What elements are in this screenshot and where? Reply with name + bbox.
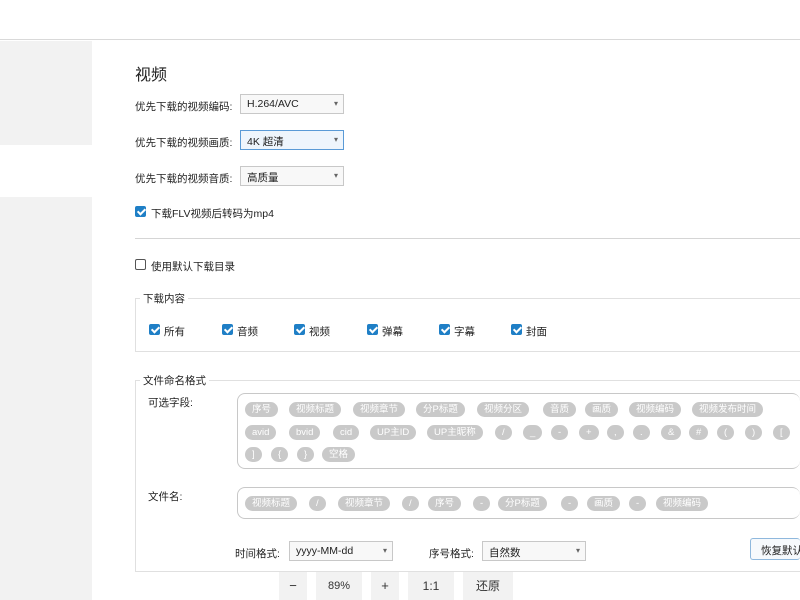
audio-quality-select[interactable]: 高质量 ▾ (240, 166, 344, 186)
content-audio-checkbox[interactable] (222, 324, 233, 335)
field-tag[interactable]: bvid (289, 425, 321, 440)
filename-token[interactable]: 分P标题 (498, 496, 547, 511)
field-tag[interactable]: 视频标题 (289, 402, 342, 417)
filename-token[interactable]: - (561, 496, 579, 511)
content-subtitle-checkbox[interactable] (439, 324, 450, 335)
filename-token[interactable]: / (309, 496, 326, 511)
chevron-down-icon: ▾ (333, 99, 338, 108)
field-tag[interactable]: UP主ID (370, 425, 417, 440)
content-all-label: 所有 (164, 326, 185, 338)
field-tag[interactable]: 视频分区 (477, 402, 530, 417)
default-dir-checkbox[interactable] (135, 259, 146, 270)
field-tag[interactable]: # (689, 425, 709, 440)
reset-zoom-button[interactable]: 还原 (463, 572, 513, 600)
field-tag[interactable]: + (579, 425, 599, 440)
filename-token[interactable]: 视频章节 (338, 496, 391, 511)
content-audio-label: 音频 (237, 326, 258, 338)
field-tag[interactable]: 画质 (585, 402, 619, 417)
chevron-down-icon: ▾ (382, 546, 387, 555)
audio-quality-label: 优先下载的视频音质: (135, 173, 233, 185)
filename-token[interactable]: 画质 (587, 496, 621, 511)
content-cover-label: 封面 (526, 326, 547, 338)
time-format-label: 时间格式: (235, 548, 280, 560)
field-tag[interactable]: _ (523, 425, 543, 440)
filename-token[interactable]: - (629, 496, 647, 511)
sidebar (0, 41, 92, 600)
field-tag[interactable]: ] (245, 447, 262, 462)
zoom-out-button[interactable]: − (279, 572, 307, 600)
default-dir-label: 使用默认下载目录 (151, 261, 235, 273)
top-bar (0, 0, 800, 40)
field-tag[interactable]: 分P标题 (416, 402, 465, 417)
actual-size-button[interactable]: 1:1 (408, 572, 454, 600)
index-format-label: 序号格式: (429, 548, 474, 560)
chevron-down-icon: ▾ (333, 171, 338, 180)
filename-token[interactable]: 序号 (428, 496, 462, 511)
zoom-level: 89% (316, 572, 362, 600)
flv-to-mp4-label: 下载FLV视频后转码为mp4 (151, 208, 274, 220)
video-quality-value: 4K 超清 (247, 136, 284, 148)
field-tag[interactable]: ( (717, 425, 735, 440)
content-video-label: 视频 (309, 326, 330, 338)
file-naming-title: 文件命名格式 (140, 373, 209, 388)
filename-token[interactable]: / (402, 496, 419, 511)
divider (135, 238, 800, 239)
field-tag[interactable]: { (271, 447, 289, 462)
field-tag[interactable]: } (297, 447, 315, 462)
content-cover-checkbox[interactable] (511, 324, 522, 335)
content-all-checkbox[interactable] (149, 324, 160, 335)
content-danmaku-checkbox[interactable] (367, 324, 378, 335)
video-codec-select[interactable]: H.264/AVC ▾ (240, 94, 344, 114)
filename-token[interactable]: 视频标题 (245, 496, 298, 511)
field-tag[interactable]: 视频章节 (353, 402, 406, 417)
field-tag[interactable]: - (551, 425, 569, 440)
restore-default-button[interactable]: 恢复默认 (750, 538, 800, 560)
index-format-select[interactable]: 自然数 ▾ (482, 541, 586, 561)
field-tag[interactable]: . (633, 425, 650, 440)
field-tag[interactable]: ) (745, 425, 763, 440)
field-tag[interactable]: 视频发布时间 (692, 402, 764, 417)
index-format-value: 自然数 (489, 547, 521, 559)
settings-panel: 视频 优先下载的视频编码: H.264/AVC ▾ 优先下载的视频画质: 4K … (92, 41, 800, 600)
field-tag[interactable]: 空格 (322, 447, 356, 462)
time-format-select[interactable]: yyyy-MM-dd ▾ (289, 541, 393, 561)
field-tag[interactable]: & (661, 425, 682, 440)
filename-token[interactable]: - (473, 496, 491, 511)
field-tag[interactable]: UP主昵称 (427, 425, 483, 440)
audio-quality-value: 高质量 (247, 172, 279, 184)
optional-fields-label: 可选字段: (148, 397, 193, 409)
flv-to-mp4-checkbox[interactable] (135, 206, 146, 217)
chevron-down-icon: ▾ (575, 546, 580, 555)
download-content-title: 下载内容 (140, 291, 188, 306)
field-tag[interactable]: [ (773, 425, 790, 440)
field-tag[interactable]: / (495, 425, 512, 440)
filename-label: 文件名: (148, 491, 183, 503)
content-danmaku-label: 弹幕 (382, 326, 403, 338)
zoom-in-button[interactable]: + (371, 572, 399, 600)
field-tag[interactable]: , (607, 425, 624, 440)
video-quality-label: 优先下载的视频画质: (135, 137, 233, 149)
field-tag[interactable]: cid (333, 425, 360, 440)
filename-token[interactable]: 视频编码 (656, 496, 709, 511)
video-codec-value: H.264/AVC (247, 98, 299, 110)
field-tag[interactable]: 视频编码 (629, 402, 682, 417)
sidebar-selected-item[interactable] (0, 145, 92, 197)
chevron-down-icon: ▾ (333, 135, 338, 144)
video-quality-select[interactable]: 4K 超清 ▾ (240, 130, 344, 150)
time-format-value: yyyy-MM-dd (296, 545, 354, 557)
video-codec-label: 优先下载的视频编码: (135, 101, 233, 113)
content-subtitle-label: 字幕 (454, 326, 475, 338)
field-tag[interactable]: 序号 (245, 402, 279, 417)
field-tag[interactable]: 音质 (543, 402, 577, 417)
content-video-checkbox[interactable] (294, 324, 305, 335)
page-title: 视频 (135, 67, 168, 84)
field-tag[interactable]: avid (245, 425, 277, 440)
